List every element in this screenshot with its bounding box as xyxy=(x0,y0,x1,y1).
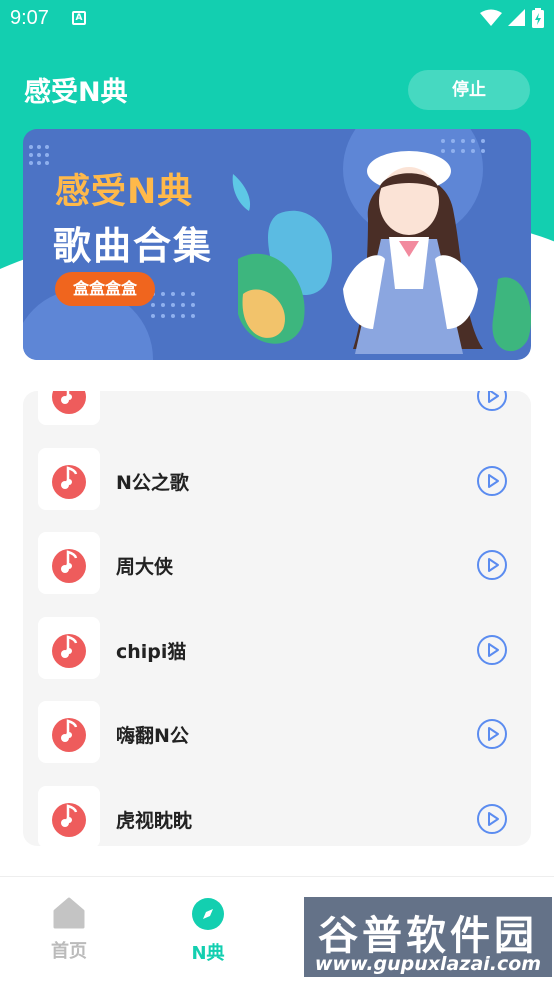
notification-icon: A xyxy=(72,11,86,25)
song-thumbnail xyxy=(38,616,100,679)
music-disc-icon xyxy=(52,464,86,499)
nav-item-dictionary[interactable]: N典 xyxy=(168,897,248,965)
banner-subtitle: 歌曲合集 xyxy=(53,224,214,268)
home-icon xyxy=(53,897,85,929)
watermark: 谷普软件园 www.gupuxlazai.com xyxy=(304,897,552,977)
song-title: chipi猫 xyxy=(116,640,187,663)
play-icon[interactable] xyxy=(476,634,508,666)
nav-label-dictionary: N典 xyxy=(191,943,225,964)
song-row[interactable]: N公之歌 xyxy=(23,436,531,521)
play-icon[interactable] xyxy=(476,718,508,750)
music-disc-icon xyxy=(52,549,86,583)
status-icons xyxy=(480,8,544,28)
song-row[interactable]: chipi猫 xyxy=(23,605,531,690)
song-list: N公之歌 周大侠 chipi猫 嗨翻N公 虎视眈眈 xyxy=(23,391,531,846)
song-list-card: N公之歌 周大侠 chipi猫 嗨翻N公 虎视眈眈 xyxy=(23,391,531,846)
song-thumbnail xyxy=(38,447,100,510)
banner-title: 感受N典 xyxy=(55,172,194,212)
song-row[interactable]: 虎视眈眈 xyxy=(23,774,531,846)
song-title: 周大侠 xyxy=(116,556,174,578)
play-icon[interactable] xyxy=(476,549,508,581)
status-time: 9:07 xyxy=(10,7,49,29)
music-disc-icon xyxy=(52,391,86,414)
song-row[interactable]: 嗨翻N公 xyxy=(23,689,531,774)
wifi-icon xyxy=(480,9,502,26)
song-title: 虎视眈眈 xyxy=(116,809,193,832)
status-bar: 9:07 A xyxy=(0,0,554,38)
stop-button[interactable]: 停止 xyxy=(408,70,530,110)
song-title: 嗨翻N公 xyxy=(116,725,189,747)
banner[interactable]: 感受N典 歌曲合集 盒盒盒盒 xyxy=(23,129,531,360)
play-icon[interactable] xyxy=(476,803,508,835)
nav-label-home: 首页 xyxy=(51,941,87,962)
song-thumbnail xyxy=(38,532,100,594)
song-title: N公之歌 xyxy=(116,471,189,494)
play-icon[interactable] xyxy=(476,391,508,412)
compass-icon xyxy=(192,898,224,930)
page-title: 感受N典 xyxy=(24,77,128,108)
battery-icon xyxy=(532,8,544,28)
signal-icon xyxy=(508,9,525,26)
music-disc-icon xyxy=(52,718,86,752)
music-disc-icon xyxy=(52,633,86,668)
song-thumbnail xyxy=(38,701,100,763)
play-icon[interactable] xyxy=(476,465,508,497)
song-row[interactable] xyxy=(23,391,531,436)
watermark-url: www.gupuxlazai.com xyxy=(314,953,542,975)
song-thumbnail xyxy=(38,391,100,425)
song-row[interactable]: 周大侠 xyxy=(23,520,531,605)
nav-item-home[interactable]: 首页 xyxy=(29,897,109,963)
song-thumbnail xyxy=(38,785,100,846)
music-disc-icon xyxy=(52,802,86,837)
banner-tag: 盒盒盒盒 xyxy=(55,272,155,306)
